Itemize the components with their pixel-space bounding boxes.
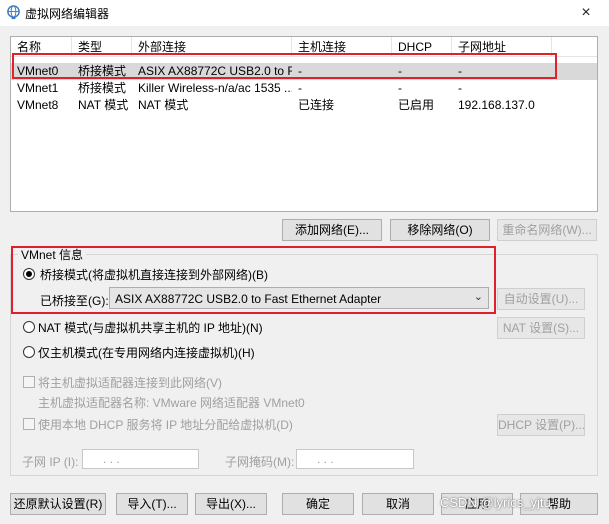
cell-type: 桥接模式 <box>78 81 127 95</box>
cell-name: VMnet1 <box>17 81 59 95</box>
nat-mode-radio[interactable] <box>23 321 35 333</box>
cell-host: 已连接 <box>298 98 335 112</box>
connect-adapter-label[interactable]: 将主机虚拟适配器连接到此网络(V) <box>38 374 222 391</box>
table-row-vmnet8[interactable]: VMnet8 NAT 模式 NAT 模式 已连接 已启用 192.168.137… <box>11 97 597 114</box>
cell-dhcp: - <box>398 81 402 95</box>
subnet-ip-label: 子网 IP (I): <box>22 455 79 469</box>
cancel-button[interactable]: 取消 <box>362 493 434 515</box>
subnet-mask-label: 子网掩码(M): <box>225 455 295 469</box>
cell-name: VMnet8 <box>17 98 59 112</box>
window-title: 虚拟网络编辑器 <box>25 7 110 21</box>
cell-external: Killer Wireless-n/a/ac 1535 ... <box>138 81 292 95</box>
auto-settings-button[interactable]: 自动设置(U)... <box>497 288 585 310</box>
table-row-vmnet1[interactable]: VMnet1 桥接模式 Killer Wireless-n/a/ac 1535 … <box>11 80 597 97</box>
watermark-text: CSDN @lyrics_yjtu <box>440 495 551 510</box>
restore-defaults-button[interactable]: 还原默认设置(R) <box>10 493 106 515</box>
close-icon[interactable]: × <box>563 0 609 26</box>
ip-dots: . . . <box>317 452 334 466</box>
cell-type: NAT 模式 <box>78 98 129 112</box>
add-network-button[interactable]: 添加网络(E)... <box>282 219 382 241</box>
highlight-box-bridge <box>11 246 496 314</box>
ok-button[interactable]: 确定 <box>282 493 354 515</box>
cell-dhcp: 已启用 <box>398 98 435 112</box>
adapter-name-text: 主机虚拟适配器名称: VMware 网络适配器 VMnet0 <box>38 396 305 410</box>
cell-subnet: - <box>458 81 462 95</box>
cell-external: NAT 模式 <box>138 98 189 112</box>
import-button[interactable]: 导入(T)... <box>116 493 188 515</box>
nat-mode-label[interactable]: NAT 模式(与虚拟机共享主机的 IP 地址)(N) <box>38 319 263 336</box>
cell-host: - <box>298 81 302 95</box>
network-globe-icon <box>7 5 20 20</box>
rename-network-button[interactable]: 重命名网络(W)... <box>497 219 597 241</box>
dhcp-checkbox[interactable] <box>23 418 35 430</box>
ip-dots: . . . <box>103 452 120 466</box>
cell-subnet: 192.168.137.0 <box>458 98 535 112</box>
connect-adapter-checkbox[interactable] <box>23 376 35 388</box>
highlight-box-row <box>12 53 557 79</box>
host-only-radio[interactable] <box>23 346 35 358</box>
dhcp-label[interactable]: 使用本地 DHCP 服务将 IP 地址分配给虚拟机(D) <box>38 416 293 433</box>
subnet-mask-input[interactable]: . . . <box>296 449 414 469</box>
host-only-label[interactable]: 仅主机模式(在专用网络内连接虚拟机)(H) <box>38 344 255 361</box>
dhcp-settings-button[interactable]: DHCP 设置(P)... <box>497 414 585 436</box>
subnet-ip-input[interactable]: . . . <box>82 449 199 469</box>
remove-network-button[interactable]: 移除网络(O) <box>390 219 490 241</box>
nat-settings-button[interactable]: NAT 设置(S)... <box>497 317 585 339</box>
export-button[interactable]: 导出(X)... <box>195 493 267 515</box>
